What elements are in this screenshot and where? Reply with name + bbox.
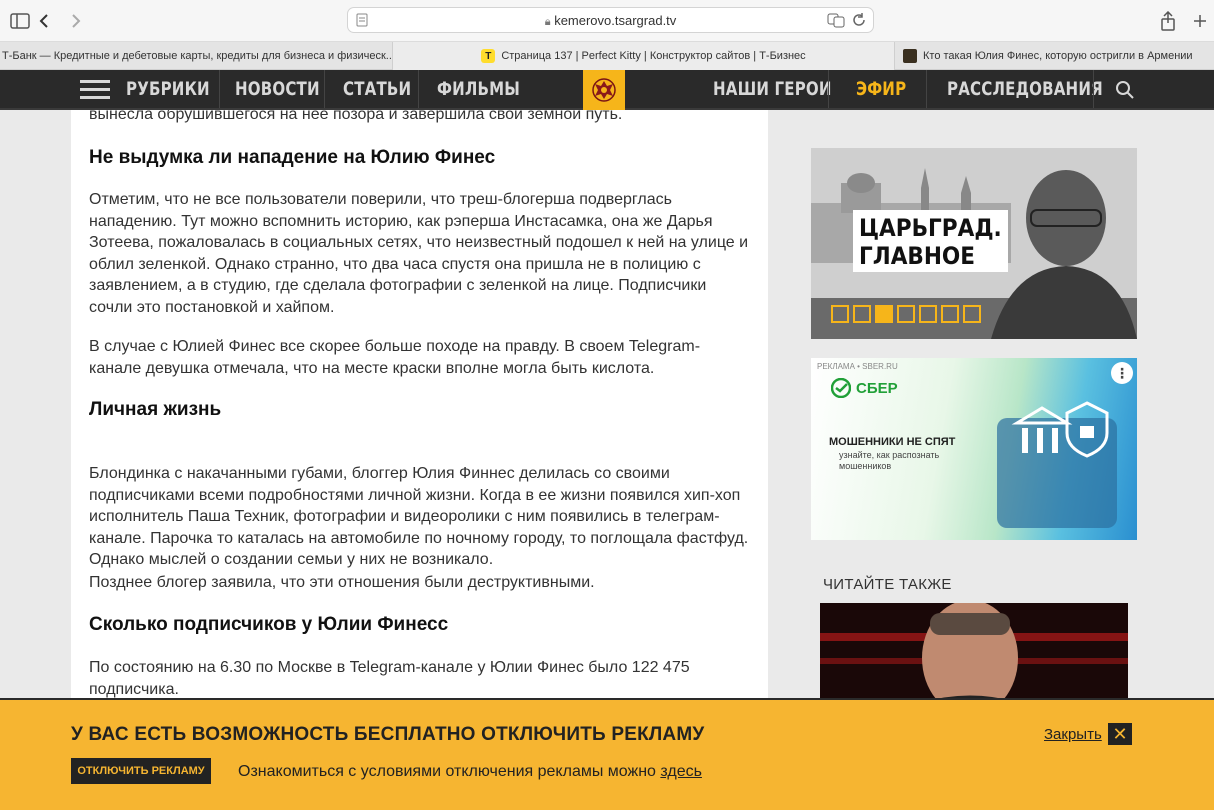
carousel-dot[interactable]: [963, 305, 981, 323]
nav-our-heroes[interactable]: НАШИ ГЕРОИ: [713, 70, 832, 108]
banner-title-line: ЦАРЬГРАД.: [859, 214, 1002, 242]
nav-divider: [1093, 70, 1094, 108]
tab-tbank[interactable]: Т-Банк — Кредитные и дебетовые карты, кр…: [0, 42, 393, 70]
search-icon[interactable]: [1115, 80, 1135, 105]
close-icon[interactable]: ✕: [1108, 723, 1132, 745]
tab-label: Т-Банк — Кредитные и дебетовые карты, кр…: [2, 50, 393, 62]
article-paragraph: Отметим, что не все пользователи поверил…: [89, 191, 749, 316]
nav-divider: [828, 70, 829, 108]
ad-terms-text: Ознакомиться с условиями отключения рекл…: [238, 763, 702, 781]
read-also-thumbnail[interactable]: [820, 603, 1128, 703]
tab-label: Кто такая Юлия Финес, которую остригли в…: [923, 50, 1193, 62]
nav-live[interactable]: ЭФИР: [856, 70, 906, 108]
heading-personal-life: Личная жизнь: [89, 399, 222, 420]
nav-articles[interactable]: СТАТЬИ: [343, 70, 411, 108]
ad-removal-title: У ВАС ЕСТЬ ВОЗМОЖНОСТЬ БЕСПЛАТНО ОТКЛЮЧИ…: [71, 724, 705, 745]
nav-divider: [926, 70, 927, 108]
article-paragraph: Блондинка с накачанными губами, блоггер …: [89, 465, 749, 568]
ad-terms-label: Ознакомиться с условиями отключения рекл…: [238, 763, 661, 780]
forward-icon[interactable]: [64, 9, 88, 33]
lock-icon: 🔒︎: [544, 16, 551, 28]
tsargrad-logo[interactable]: [583, 70, 625, 110]
banner-carousel-dots: [831, 305, 981, 323]
sidebar-toggle-icon[interactable]: [8, 9, 32, 33]
browser-toolbar: 🔒︎ kemerovo.tsargrad.tv: [0, 0, 1214, 42]
sber-logo: СБЕР: [831, 378, 898, 398]
ad-terms-link[interactable]: здесь: [660, 763, 702, 780]
reload-icon[interactable]: [851, 12, 867, 33]
url-value: kemerovo.tsargrad.tv: [554, 13, 677, 28]
address-bar[interactable]: 🔒︎ kemerovo.tsargrad.tv: [347, 7, 874, 33]
tab-label: Страница 137 | Perfect Kitty | Конструкт…: [501, 50, 806, 62]
article-paragraph: По состоянию на 6.30 по Москве в Telegra…: [89, 659, 690, 698]
sber-brand-text: СБЕР: [856, 379, 898, 397]
carousel-dot-active[interactable]: [875, 305, 893, 323]
carousel-dot[interactable]: [831, 305, 849, 323]
nav-divider: [418, 70, 419, 108]
share-icon[interactable]: [1156, 9, 1180, 33]
read-also-label: ЧИТАЙТЕ ТАКЖЕ: [823, 576, 952, 593]
sber-logo-icon: [831, 378, 851, 398]
banner-title-line: ГЛАВНОЕ: [859, 242, 976, 270]
article-paragraph-fragment: вынесла обрушившегося на нее позора и за…: [89, 110, 623, 123]
menu-icon[interactable]: [80, 79, 110, 106]
disable-ads-button[interactable]: ОТКЛЮЧИТЬ РЕКЛАМУ: [71, 758, 211, 784]
bank-lock-illustration-icon: [997, 401, 1117, 528]
ad-label: РЕКЛАМА • SBER.RU: [817, 362, 898, 371]
nav-investigations[interactable]: РАССЛЕДОВАНИЯ: [947, 70, 1103, 108]
tbank-favicon-icon: T: [481, 49, 496, 63]
carousel-dot[interactable]: [941, 305, 959, 323]
article-paragraph: В случае с Юлией Финес все скорее больше…: [89, 338, 701, 377]
ad-headline: МОШЕННИКИ НЕ СПЯТ: [829, 436, 956, 448]
new-tab-icon[interactable]: [1188, 9, 1212, 33]
nav-divider: [324, 70, 325, 108]
banner-title: ЦАРЬГРАД. ГЛАВНОЕ: [853, 210, 1008, 272]
tab-perfect-kitty[interactable]: T Страница 137 | Perfect Kitty | Констру…: [393, 42, 895, 70]
nav-divider: [219, 70, 220, 108]
portrait-image: [820, 603, 1128, 703]
translate-icon[interactable]: [827, 12, 845, 33]
url-text: 🔒︎ kemerovo.tsargrad.tv: [348, 13, 873, 29]
tab-article[interactable]: Кто такая Юлия Финес, которую остригли в…: [895, 42, 1214, 70]
heading-subscribers: Сколько подписчиков у Юлии Финесс: [89, 614, 449, 635]
carousel-dot[interactable]: [919, 305, 937, 323]
tsargrad-favicon-icon: [903, 49, 917, 63]
back-icon[interactable]: [32, 9, 56, 33]
close-link[interactable]: Закрыть: [1044, 726, 1102, 743]
tab-strip: Т-Банк — Кредитные и дебетовые карты, кр…: [0, 42, 1214, 70]
site-nav: РУБРИКИ НОВОСТИ СТАТЬИ ФИЛЬМЫ НАШИ ГЕРОИ…: [0, 70, 1214, 110]
ad-options-icon[interactable]: ⋮: [1111, 362, 1133, 384]
ad-removal-bar: У ВАС ЕСТЬ ВОЗМОЖНОСТЬ БЕСПЛАТНО ОТКЛЮЧИ…: [0, 698, 1214, 810]
carousel-dot[interactable]: [853, 305, 871, 323]
sber-ad-banner[interactable]: РЕКЛАМА • SBER.RU СБЕР МОШЕННИКИ НЕ СПЯТ…: [811, 358, 1137, 540]
carousel-dot[interactable]: [897, 305, 915, 323]
heading-fake-attack: Не выдумка ли нападение на Юлию Финес: [89, 147, 496, 168]
nav-films[interactable]: ФИЛЬМЫ: [437, 70, 520, 108]
nav-news[interactable]: НОВОСТИ: [235, 70, 320, 108]
article-paragraph: Позднее блогер заявила, что эти отношени…: [89, 574, 595, 591]
nav-rubrics[interactable]: РУБРИКИ: [126, 70, 210, 108]
eagle-emblem-icon: [592, 78, 616, 102]
ad-subtext: узнайте, как распознать мошенников: [839, 450, 940, 471]
tsargrad-main-banner[interactable]: ЦАРЬГРАД. ГЛАВНОЕ: [811, 148, 1137, 339]
